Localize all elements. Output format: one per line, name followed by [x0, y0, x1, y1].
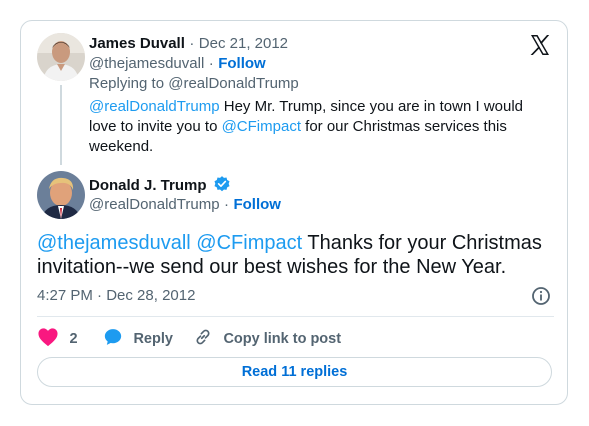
- donald-trump-avatar[interactable]: [37, 171, 85, 219]
- reply-date[interactable]: Dec 21, 2012: [199, 35, 288, 52]
- reply-tweet-header: James Duvall · Dec 21, 2012: [89, 35, 288, 53]
- timestamp-row[interactable]: 4:27 PM · Dec 28, 2012: [37, 287, 195, 304]
- replying-to-line: Replying to @realDonaldTrump: [89, 75, 299, 92]
- separator-dot: ·: [189, 35, 195, 52]
- like-button[interactable]: 2: [37, 327, 78, 347]
- main-author-name[interactable]: Donald J. Trump: [89, 177, 207, 194]
- separator-dot: ·: [224, 196, 230, 213]
- copy-link-button[interactable]: Copy link to post: [193, 327, 341, 347]
- reply-tweet-text: @realDonaldTrump Hey Mr. Trump, since yo…: [89, 97, 539, 157]
- main-author-handle[interactable]: @realDonaldTrump: [89, 196, 220, 213]
- post-time[interactable]: 4:27 PM: [37, 287, 93, 304]
- separator-dot: ·: [97, 287, 103, 304]
- replying-to-label: Replying to: [89, 75, 165, 92]
- mention-link[interactable]: @realDonaldTrump: [89, 98, 220, 115]
- follow-button[interactable]: Follow: [233, 196, 281, 213]
- x-logo-icon[interactable]: [528, 33, 552, 57]
- mention-link[interactable]: @thejamesduvall: [37, 232, 191, 254]
- main-handle-row: @realDonaldTrump · Follow: [89, 196, 281, 214]
- mention-link[interactable]: @CFimpact: [222, 118, 301, 135]
- main-tweet-header: Donald J. Trump: [89, 175, 231, 198]
- main-tweet-text: @thejamesduvall @CFimpact Thanks for you…: [37, 231, 557, 279]
- divider: [37, 316, 554, 317]
- thread-connector-line: [60, 85, 62, 165]
- reply-label: Reply: [133, 331, 173, 347]
- info-icon[interactable]: [531, 286, 551, 306]
- post-date[interactable]: Dec 28, 2012: [106, 287, 195, 304]
- reply-author-handle[interactable]: @thejamesduvall: [89, 55, 204, 72]
- read-replies-button[interactable]: Read 11 replies: [37, 357, 552, 387]
- heart-icon: [37, 327, 59, 352]
- james-duvall-avatar[interactable]: [37, 33, 85, 81]
- reply-button[interactable]: Reply: [103, 327, 173, 347]
- reply-handle-row: @thejamesduvall · Follow: [89, 55, 266, 73]
- reply-author-name[interactable]: James Duvall: [89, 35, 185, 52]
- like-count: 2: [69, 331, 78, 347]
- verified-badge-icon: [213, 175, 231, 198]
- replying-to-handle[interactable]: @realDonaldTrump: [168, 75, 299, 92]
- mention-link[interactable]: @CFimpact: [196, 232, 302, 254]
- reply-bubble-icon: [103, 327, 123, 352]
- link-icon: [193, 327, 213, 352]
- separator-dot: ·: [208, 55, 214, 72]
- follow-button[interactable]: Follow: [218, 55, 266, 72]
- copy-link-label: Copy link to post: [223, 331, 342, 347]
